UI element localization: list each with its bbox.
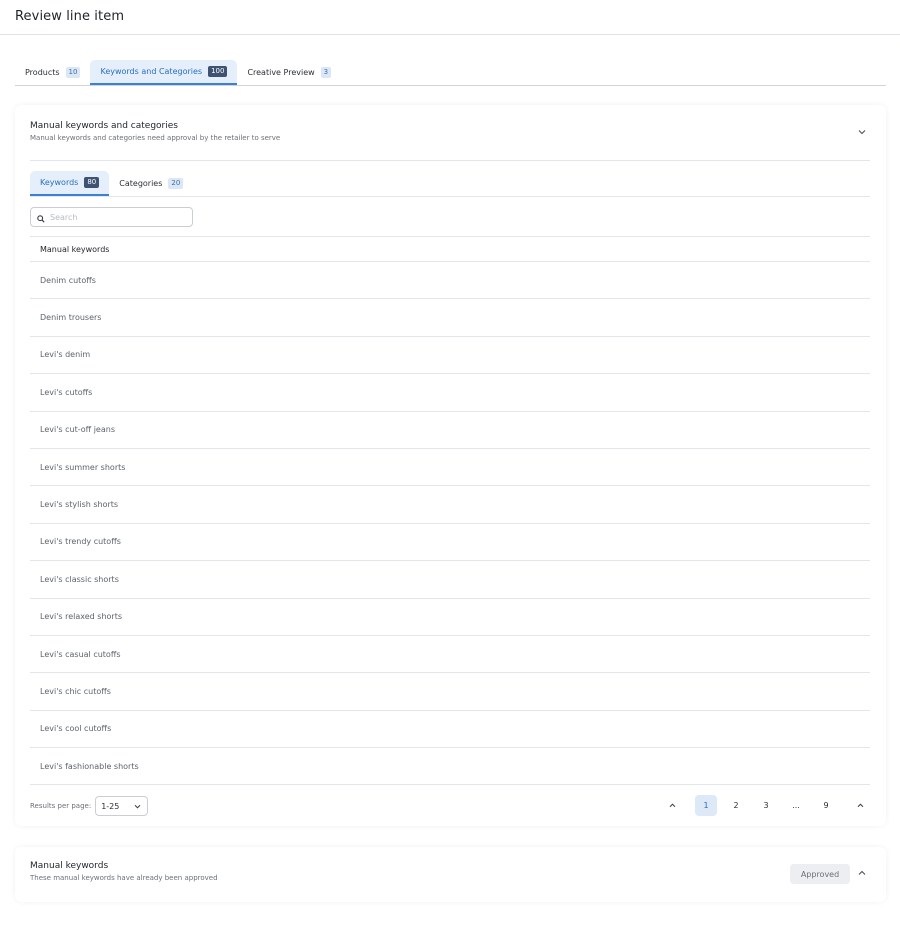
page-button-2[interactable]: 2 <box>725 795 747 816</box>
table-row: Levi's stylish shorts <box>30 486 870 524</box>
keyword-cell: Levi's cut-off jeans <box>40 425 115 435</box>
tab-count-badge: 3 <box>320 67 332 78</box>
results-per-page-value: 1-25 <box>101 801 120 811</box>
page-title: Review line item <box>15 9 125 24</box>
table-row: Levi's relaxed shorts <box>30 599 870 636</box>
section-subtitle: Manual keywords and categories need appr… <box>30 134 281 142</box>
page-button-3[interactable]: 3 <box>755 795 777 816</box>
page-header: Review line item <box>0 0 900 35</box>
keyword-cell: Denim cutoffs <box>40 275 96 285</box>
section-title: Manual keywords <box>30 861 109 871</box>
section-subtitle: These manual keywords have already been … <box>30 874 218 882</box>
tab-count-badge: 20 <box>168 178 184 189</box>
top-tabs: Products 10 Keywords and Categories 100 … <box>15 60 886 86</box>
table-header: Manual keywords <box>30 236 870 262</box>
tab-label: Keywords <box>40 178 79 187</box>
keyword-cell: Levi's trendy cutoffs <box>40 537 121 547</box>
tab-label: Keywords and Categories <box>100 67 203 76</box>
page-button-1[interactable]: 1 <box>695 795 717 816</box>
chevron-up-icon[interactable] <box>849 795 871 816</box>
table-row: Denim cutoffs <box>30 262 870 300</box>
results-per-page-select[interactable]: 1-25 <box>95 796 149 816</box>
chevron-down-icon <box>134 802 141 811</box>
chevron-down-icon[interactable] <box>858 128 866 138</box>
chevron-up-icon[interactable] <box>858 869 866 879</box>
search-icon <box>37 208 45 227</box>
page-ellipsis: ... <box>792 801 800 810</box>
tab-keywords[interactable]: Keywords 80 <box>30 171 110 196</box>
tab-creative-preview[interactable]: Creative Preview 3 <box>237 60 341 85</box>
table-row: Levi's denim <box>30 337 870 375</box>
tab-count-badge: 80 <box>84 177 100 188</box>
results-per-page: Results per page: 1-25 <box>30 796 149 816</box>
keywords-table: Manual keywords Denim cutoffs Denim trous… <box>30 236 870 786</box>
tab-count-badge: 100 <box>208 66 228 77</box>
keyword-cell: Levi's summer shorts <box>40 462 126 472</box>
inner-tabs: Keywords 80 Categories 20 <box>30 171 193 196</box>
tab-label: Products <box>25 68 60 77</box>
results-per-page-label: Results per page: <box>30 802 92 810</box>
table-body: Denim cutoffs Denim trousers Levi's denim L… <box>30 262 870 786</box>
table-row: Levi's trendy cutoffs <box>30 524 870 562</box>
approved-keywords-card: Manual keywords These manual keywords ha… <box>15 847 886 902</box>
approved-status-button[interactable]: Approved <box>790 864 850 884</box>
table-row: Levi's classic shorts <box>30 561 870 599</box>
table-row: Levi's summer shorts <box>30 449 870 487</box>
tab-products[interactable]: Products 10 <box>15 60 90 85</box>
section-header: Manual keywords and categories Manual ke… <box>30 121 280 142</box>
search-field[interactable] <box>30 207 193 227</box>
table-row: Levi's casual cutoffs <box>30 636 870 674</box>
tab-label: Creative Preview <box>247 68 315 77</box>
pagination: 1 2 3 ... 9 <box>653 795 871 816</box>
keyword-cell: Levi's relaxed shorts <box>40 612 123 622</box>
keyword-cell: Levi's casual cutoffs <box>40 649 121 659</box>
search-input[interactable] <box>50 212 180 222</box>
tab-count-badge: 10 <box>65 67 81 78</box>
keyword-cell: Levi's chic cutoffs <box>40 686 111 696</box>
table-row: Levi's cutoffs <box>30 374 870 412</box>
tab-label: Categories <box>119 179 163 188</box>
table-row: Levi's cut-off jeans <box>30 412 870 449</box>
keyword-cell: Levi's fashionable shorts <box>40 761 139 771</box>
tab-categories[interactable]: Categories 20 <box>109 171 193 196</box>
table-row: Denim trousers <box>30 299 870 337</box>
table-row: Levi's cool cutoffs <box>30 711 870 749</box>
keyword-cell: Denim trousers <box>40 313 102 323</box>
chevron-up-icon[interactable] <box>661 795 683 816</box>
keyword-cell: Levi's cool cutoffs <box>40 724 112 734</box>
manual-keywords-categories-card: Manual keywords and categories Manual ke… <box>15 105 886 826</box>
keyword-cell: Levi's cutoffs <box>40 387 93 397</box>
divider <box>30 160 870 161</box>
page-button-9[interactable]: 9 <box>815 795 837 816</box>
table-row: Levi's chic cutoffs <box>30 673 870 711</box>
section-header: Manual keywords These manual keywords ha… <box>30 861 218 882</box>
divider <box>30 196 870 197</box>
keyword-cell: Levi's classic shorts <box>40 574 119 584</box>
section-title: Manual keywords and categories <box>30 121 178 131</box>
keyword-cell: Levi's denim <box>40 350 91 360</box>
keyword-cell: Levi's stylish shorts <box>40 500 119 510</box>
table-row: Levi's fashionable shorts <box>30 748 870 786</box>
tab-keywords-and-categories[interactable]: Keywords and Categories 100 <box>90 60 238 85</box>
